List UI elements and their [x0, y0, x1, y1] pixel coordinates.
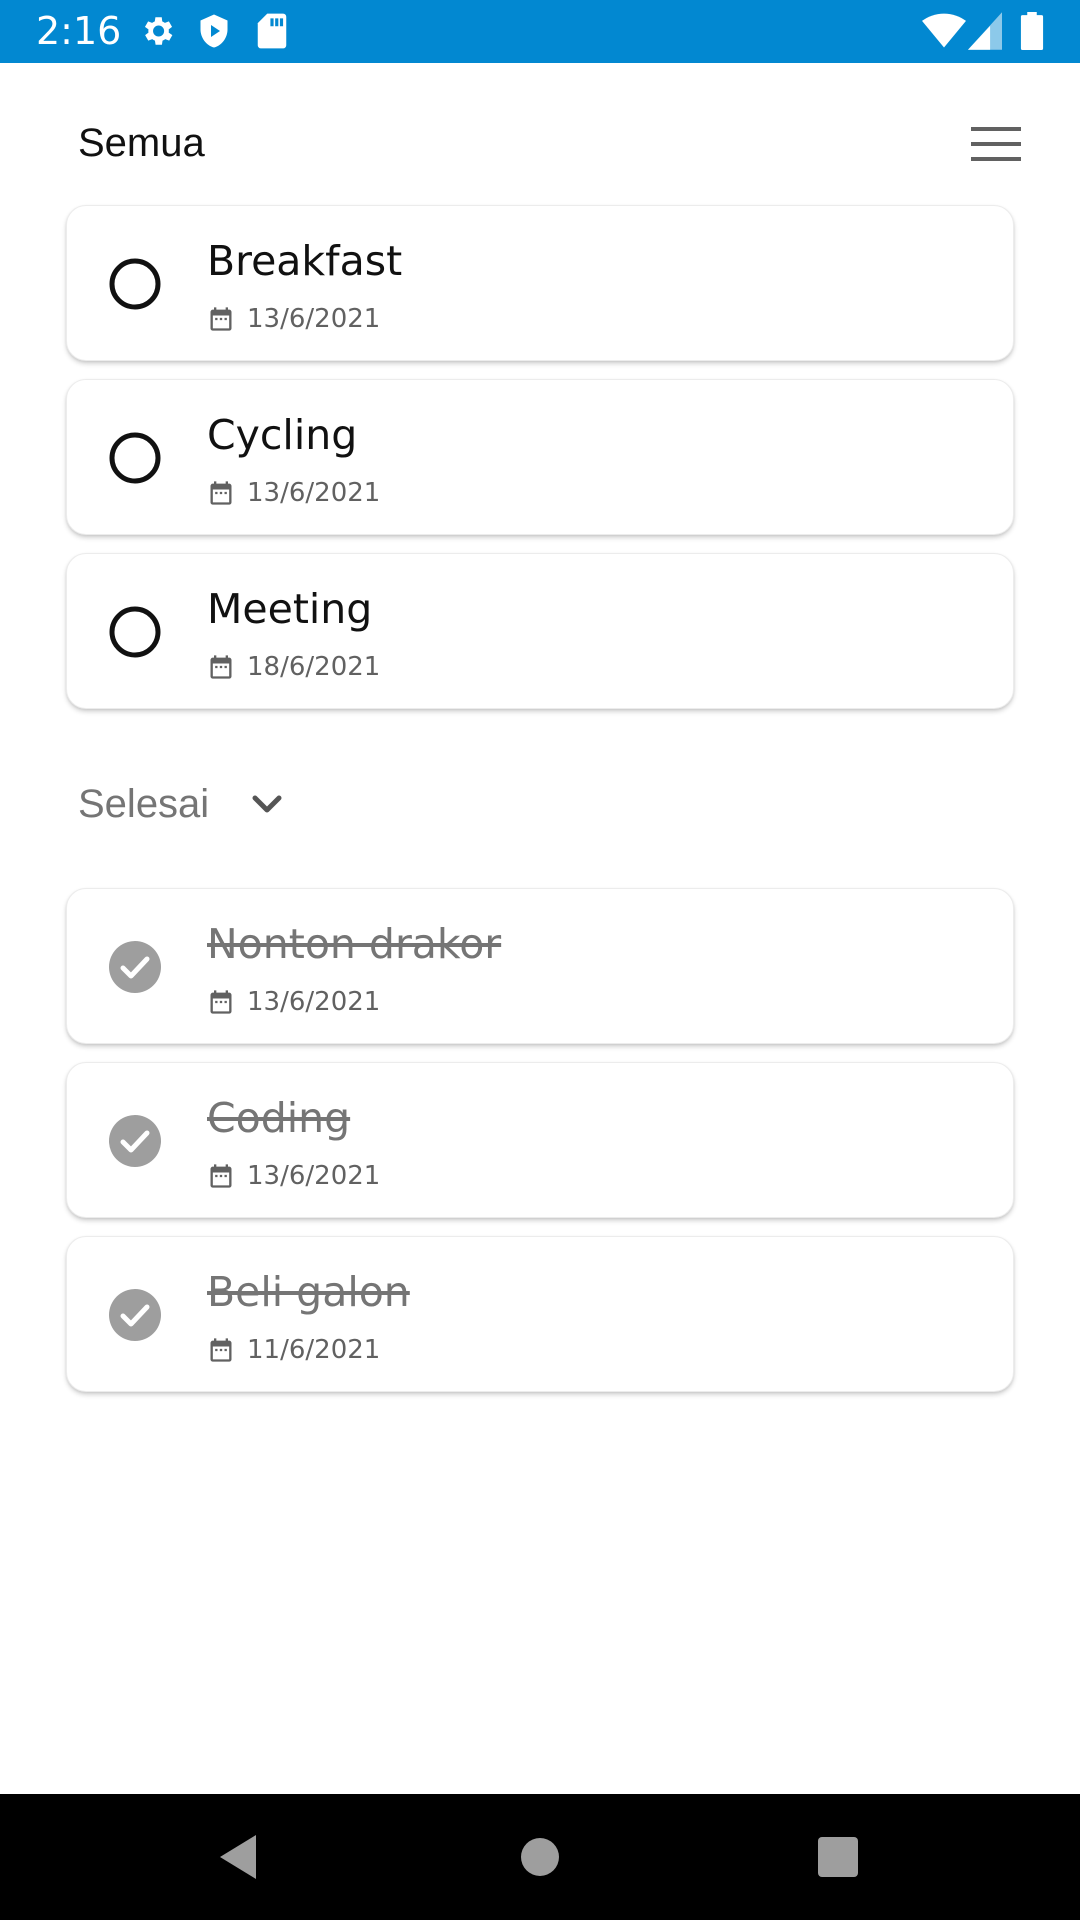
calendar-icon — [207, 988, 235, 1016]
back-button[interactable] — [208, 1827, 268, 1887]
task-card[interactable]: Beli galon 11/6/2021 — [66, 1236, 1014, 1392]
circle-unchecked-icon — [109, 258, 161, 310]
task-date-row: 11/6/2021 — [207, 1333, 380, 1367]
home-icon — [521, 1838, 559, 1876]
wifi-icon — [922, 12, 966, 50]
task-date: 13/6/2021 — [247, 478, 381, 508]
task-date-row: 13/6/2021 — [207, 476, 380, 510]
calendar-icon — [207, 653, 235, 681]
checkbox[interactable] — [109, 258, 161, 310]
task-title: Cycling — [207, 411, 358, 459]
task-card[interactable]: Nonton drakor 13/6/2021 — [66, 888, 1014, 1044]
circle-unchecked-icon — [109, 432, 161, 484]
status-bar: 2:16 — [0, 0, 1080, 63]
task-title: Meeting — [207, 585, 373, 633]
recents-button[interactable] — [808, 1827, 868, 1887]
task-date: 13/6/2021 — [247, 987, 381, 1017]
check-circle-icon — [109, 941, 161, 993]
battery-icon — [1020, 12, 1044, 50]
task-title: Beli galon — [207, 1268, 410, 1316]
checkbox[interactable] — [109, 432, 161, 484]
check-circle-icon — [109, 1289, 161, 1341]
task-date-row: 13/6/2021 — [207, 302, 380, 336]
task-date: 13/6/2021 — [247, 1161, 381, 1191]
task-date-row: 18/6/2021 — [207, 650, 380, 684]
menu-icon — [971, 127, 1021, 161]
recents-icon — [818, 1837, 858, 1877]
back-icon — [220, 1835, 256, 1879]
status-time: 2:16 — [36, 9, 122, 53]
task-date: 13/6/2021 — [247, 304, 381, 334]
task-card[interactable]: Cycling 13/6/2021 — [66, 379, 1014, 535]
task-title: Nonton drakor — [207, 920, 502, 968]
settings-icon — [138, 12, 176, 50]
task-title: Breakfast — [207, 237, 403, 285]
calendar-icon — [207, 479, 235, 507]
sd-card-icon — [256, 12, 288, 50]
calendar-icon — [207, 1336, 235, 1364]
task-date-row: 13/6/2021 — [207, 985, 380, 1019]
task-card[interactable]: Coding 13/6/2021 — [66, 1062, 1014, 1218]
menu-button[interactable] — [966, 118, 1026, 170]
checkbox[interactable] — [109, 1289, 161, 1341]
home-button[interactable] — [510, 1827, 570, 1887]
task-date-row: 13/6/2021 — [207, 1159, 380, 1193]
checkbox[interactable] — [109, 941, 161, 993]
task-card[interactable]: Breakfast 13/6/2021 — [66, 205, 1014, 361]
task-date: 11/6/2021 — [247, 1335, 381, 1365]
signal-icon — [968, 12, 1002, 50]
task-card[interactable]: Meeting 18/6/2021 — [66, 553, 1014, 709]
navigation-bar — [0, 1794, 1080, 1920]
task-date: 18/6/2021 — [247, 652, 381, 682]
calendar-icon — [207, 305, 235, 333]
shield-icon — [196, 12, 232, 50]
checkbox[interactable] — [109, 1115, 161, 1167]
chevron-down-icon — [247, 784, 287, 824]
circle-unchecked-icon — [109, 606, 161, 658]
completed-section-toggle[interactable]: Selesai — [78, 776, 287, 832]
task-title: Coding — [207, 1094, 351, 1142]
page-title: Semua — [78, 121, 205, 165]
check-circle-icon — [109, 1115, 161, 1167]
checkbox[interactable] — [109, 606, 161, 658]
section-label: Selesai — [78, 781, 210, 826]
calendar-icon — [207, 1162, 235, 1190]
